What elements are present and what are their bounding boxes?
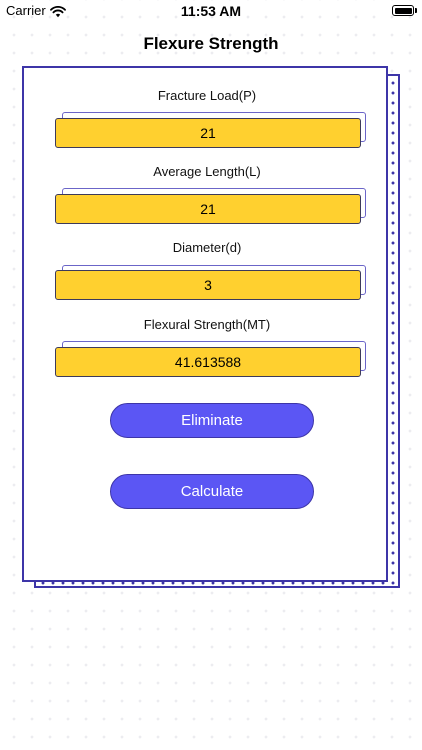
status-bar: Carrier 11:53 AM: [0, 0, 422, 22]
flexural-strength-output: 41.613588: [55, 347, 361, 377]
diameter-input[interactable]: 3: [55, 270, 361, 300]
fracture-load-label: Fracture Load(P): [157, 88, 257, 103]
calculator-card: Fracture Load(P) 21 Average Length(L) 21…: [22, 66, 388, 582]
average-length-input[interactable]: 21: [55, 194, 361, 224]
status-time: 11:53 AM: [180, 3, 242, 19]
fracture-load-input[interactable]: 21: [55, 118, 361, 148]
page-title: Flexure Strength: [143, 34, 279, 53]
eliminate-button[interactable]: Eliminate: [110, 403, 314, 438]
battery-icon: [392, 5, 417, 16]
flexural-strength-label: Flexural Strength(MT): [143, 317, 271, 332]
diameter-label: Diameter(d): [172, 240, 242, 255]
calculate-button[interactable]: Calculate: [110, 474, 314, 509]
average-length-label: Average Length(L): [153, 164, 261, 179]
